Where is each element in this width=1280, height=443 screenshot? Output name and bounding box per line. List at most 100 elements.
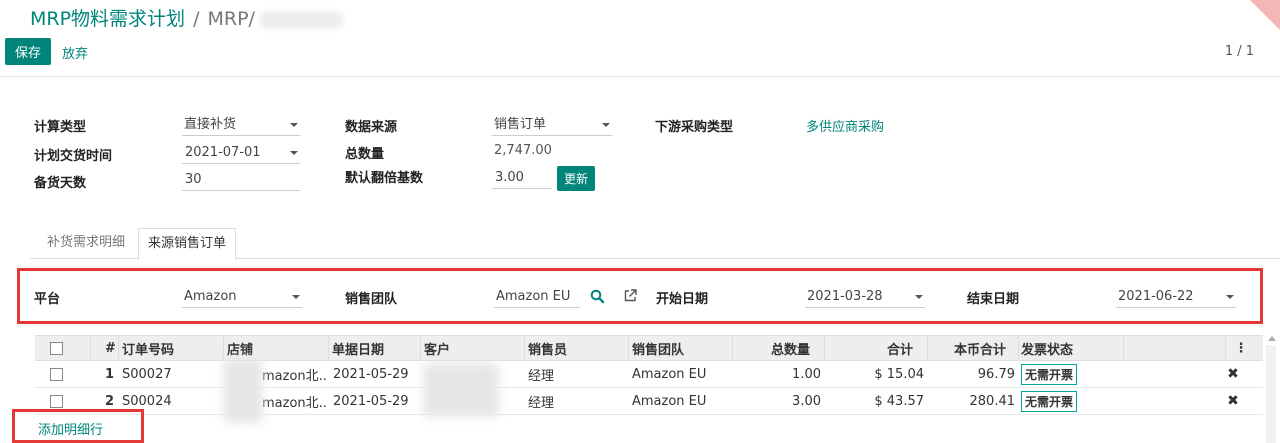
calc-type-value: 直接补货 [184,117,237,132]
header-divider [0,76,1280,77]
row-date: 2021-05-29 [333,393,409,409]
chevron-down-icon [915,295,923,299]
col-salesperson[interactable]: 销售员 [528,336,567,360]
row-invoice-cell: 无需开票 [1021,388,1078,414]
breadcrumb: MRP物料需求计划 / MRP/ [30,4,344,31]
col-qty[interactable]: 总数量 [771,336,810,360]
row-team: Amazon EU [632,393,707,409]
row-shop: mazon北... [262,368,326,384]
col-date[interactable]: 单据日期 [332,336,384,360]
col-customer[interactable]: 客户 [424,336,450,360]
delivery-time-label: 计划交货时间 [34,149,113,164]
data-source-select[interactable]: 销售订单 [492,115,612,136]
discard-button[interactable]: 放弃 [62,43,88,62]
col-divider [824,336,825,360]
row-order: S00027 [122,366,172,382]
row-total: $ 15.04 [874,366,924,382]
team-filter-input[interactable]: Amazon EU [494,287,580,308]
data-source-value: 销售订单 [494,117,547,132]
start-date-label: 开始日期 [656,292,709,307]
col-divider [328,336,329,360]
row-total: $ 43.57 [874,393,924,409]
col-total[interactable]: 合计 [887,336,913,360]
purchase-type-value[interactable]: 多供应商采购 [806,116,884,135]
row-checkbox[interactable] [50,367,63,381]
row-local-total: 96.79 [977,366,1015,382]
stock-days-input[interactable]: 30 [182,170,300,191]
tab-source-sales-orders[interactable]: 来源销售订单 [138,228,237,260]
row-local-total: 280.41 [969,393,1016,409]
end-date-label: 结束日期 [967,292,1020,307]
stock-days-label: 备货天数 [34,176,87,191]
col-invoice[interactable]: 发票状态 [1021,336,1073,360]
vertical-scrollbar[interactable] [1266,345,1276,443]
chevron-down-icon [602,123,610,127]
end-date-input[interactable]: 2021-06-22 [1116,287,1236,308]
row-qty: 1.00 [792,366,821,382]
pager[interactable]: 1 / 1 [1225,44,1254,59]
calc-type-label: 计算类型 [34,120,87,135]
row-select-cell [50,361,66,387]
row-date: 2021-05-29 [333,366,409,382]
col-divider [118,336,119,360]
table-header: # 订单号码 店铺 单据日期 客户 销售员 销售团队 总数量 合计 本币合计 发… [35,335,1263,361]
delivery-time-value: 2021-07-01 [185,145,261,160]
chevron-down-icon [1226,295,1234,299]
chevron-down-icon [290,123,298,127]
col-divider [1225,336,1226,360]
update-button[interactable]: 更新 [557,166,596,191]
col-local-total[interactable]: 本币合计 [954,336,1006,360]
team-filter-value: Amazon EU [496,289,571,304]
stock-days-value: 30 [185,172,202,187]
row-qty: 3.00 [792,393,821,409]
external-link-icon[interactable] [623,288,638,303]
purchase-type-label: 下游采购类型 [655,120,734,135]
save-button[interactable]: 保存 [5,38,52,65]
table-row[interactable]: 1 S00027 mazon北... 2021-05-29 经理 Amazon … [35,361,1263,388]
col-divider [732,336,733,360]
start-date-value: 2021-03-28 [807,289,883,304]
tab-replenishment-detail[interactable]: 补货需求明细 [38,228,134,258]
row-invoice-cell: 无需开票 [1021,361,1078,387]
search-icon[interactable] [590,289,605,304]
row-team: Amazon EU [632,366,707,382]
column-options-icon[interactable]: ⋮ [1235,336,1247,360]
delivery-time-input[interactable]: 2021-07-01 [182,143,300,164]
col-divider [628,336,629,360]
platform-label: 平台 [34,292,61,307]
multiplier-input[interactable]: 3.00 [492,168,552,189]
row-salesperson: 经理 [528,395,555,411]
row-num: 1 [105,366,115,382]
blurred-record-name [258,10,344,29]
breadcrumb-separator: / [193,8,200,30]
team-filter-label: 销售团队 [345,292,398,307]
scroll-up-arrow-icon[interactable] [1268,336,1276,341]
col-divider [223,336,224,360]
start-date-input[interactable]: 2021-03-28 [805,287,925,308]
corner-ribbon [1250,0,1280,30]
col-team[interactable]: 销售团队 [632,336,684,360]
col-order[interactable]: 订单号码 [122,336,174,360]
col-divider [90,336,91,360]
add-line-button[interactable]: 添加明细行 [38,419,103,438]
row-salesperson: 经理 [528,368,555,384]
select-all-checkbox[interactable] [50,341,63,355]
select-all-cell [50,336,66,360]
table-row[interactable]: 2 S00024 mazon北... 2021-05-29 经理 Amazon … [35,388,1263,415]
breadcrumb-current: MRP/ [207,8,255,30]
row-checkbox[interactable] [50,394,63,408]
chevron-down-icon [292,295,300,299]
breadcrumb-root-link[interactable]: MRP物料需求计划 [30,8,185,30]
col-divider [420,336,421,360]
row-shop: mazon北... [262,395,326,411]
platform-select[interactable]: Amazon [182,287,302,308]
total-qty-label: 总数量 [345,147,385,162]
delete-row-icon[interactable]: ✖ [1227,361,1239,387]
delete-row-icon[interactable]: ✖ [1227,388,1239,414]
blurred-shop-region [223,359,263,423]
col-shop[interactable]: 店铺 [227,336,253,360]
col-divider [927,336,928,360]
end-date-value: 2021-06-22 [1118,289,1194,304]
calc-type-select[interactable]: 直接补货 [182,115,300,136]
chevron-down-icon [290,151,298,155]
